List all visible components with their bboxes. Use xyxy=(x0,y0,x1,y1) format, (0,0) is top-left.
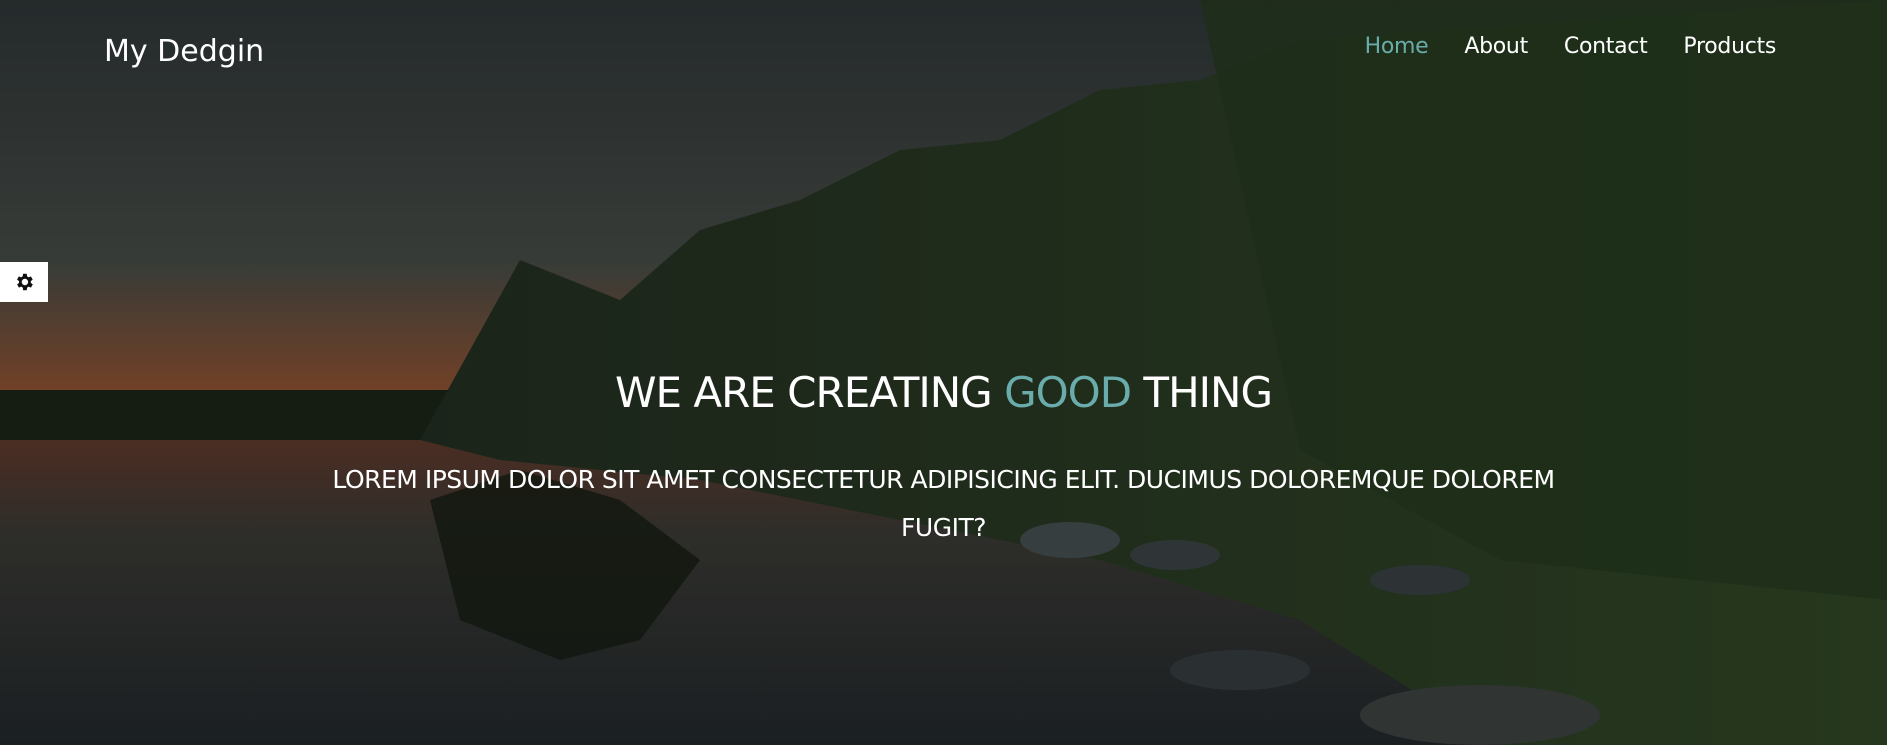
hero-title: WE ARE CREATING GOOD THING xyxy=(0,368,1887,417)
settings-toggle-button[interactable] xyxy=(0,262,48,302)
nav-item-home[interactable]: Home xyxy=(1365,34,1429,59)
gear-icon xyxy=(17,273,33,291)
hero-title-part1: WE ARE CREATING xyxy=(614,368,1005,417)
nav-item-contact[interactable]: Contact xyxy=(1564,34,1648,59)
nav-item-products[interactable]: Products xyxy=(1683,34,1776,59)
main-nav: Home About Contact Products xyxy=(1365,34,1777,59)
nav-item-about[interactable]: About xyxy=(1464,34,1528,59)
hero-title-accent: GOOD xyxy=(1004,368,1132,417)
brand-logo[interactable]: My Dedgin xyxy=(104,34,264,69)
hero-title-part2: THING xyxy=(1131,368,1273,417)
hero-subtitle: LOREM IPSUM DOLOR SIT AMET CONSECTETUR A… xyxy=(332,465,1555,542)
